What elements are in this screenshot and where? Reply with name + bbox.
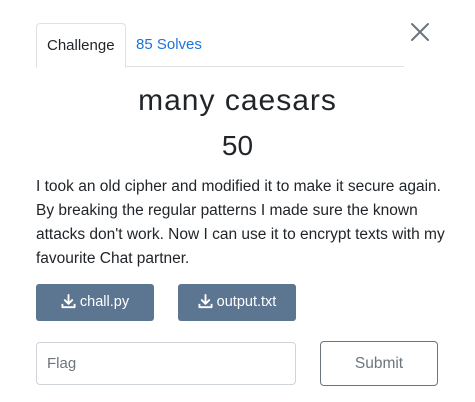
submit-button[interactable]: Submit xyxy=(320,341,438,386)
file-label: output.txt xyxy=(216,294,277,310)
close-button[interactable] xyxy=(408,20,432,44)
challenge-modal: Challenge 85 Solves many caesars 50 I to… xyxy=(0,0,475,402)
download-icon xyxy=(198,293,213,308)
download-output-txt-button[interactable]: output.txt xyxy=(178,284,296,321)
download-chall-py-button[interactable]: chall.py xyxy=(36,284,154,321)
tab-bar: Challenge 85 Solves xyxy=(36,23,404,68)
challenge-description: I took an old cipher and modified it to … xyxy=(36,178,445,267)
tab-solves[interactable]: 85 Solves xyxy=(126,23,212,67)
download-icon xyxy=(61,293,76,308)
close-icon xyxy=(411,23,429,41)
file-label: chall.py xyxy=(79,294,130,310)
challenge-name: many caesars xyxy=(138,84,337,117)
challenge-value: 50 xyxy=(221,130,254,161)
tab-challenge[interactable]: Challenge xyxy=(36,23,126,68)
flag-input[interactable] xyxy=(36,342,296,385)
